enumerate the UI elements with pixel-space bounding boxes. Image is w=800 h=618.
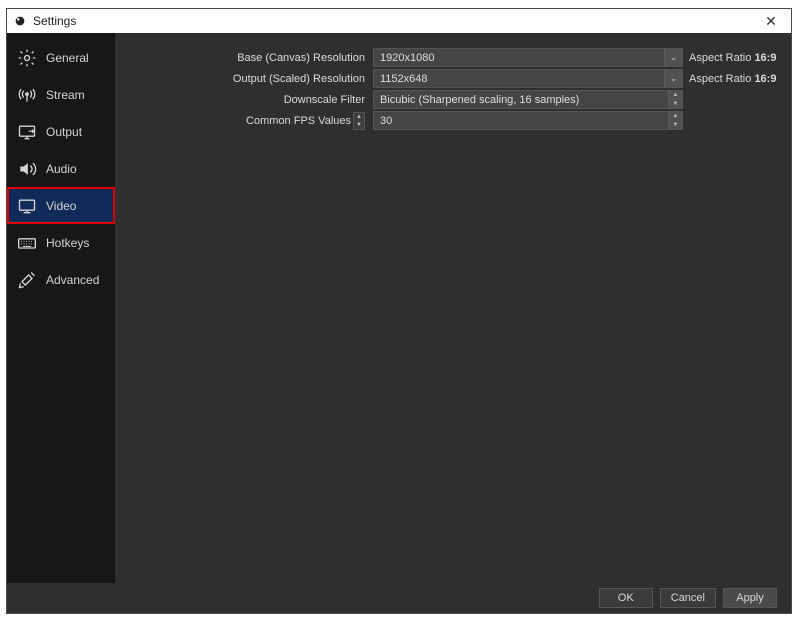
output-resolution-dropdown[interactable]: 1152x648 ⌄: [373, 69, 683, 88]
sidebar-item-output[interactable]: Output: [7, 113, 115, 150]
window-title: Settings: [33, 14, 751, 28]
gear-icon: [17, 48, 37, 68]
sidebar-item-label: Hotkeys: [46, 236, 89, 250]
sidebar-item-label: Output: [46, 125, 82, 139]
sidebar-item-hotkeys[interactable]: Hotkeys: [7, 224, 115, 261]
keyboard-icon: [17, 233, 37, 253]
output-resolution-value: 1152x648: [380, 73, 428, 85]
base-resolution-label: Base (Canvas) Resolution: [115, 52, 373, 64]
downscale-filter-value: Bicubic (Sharpened scaling, 16 samples): [380, 94, 579, 106]
sidebar-item-video[interactable]: Video: [7, 187, 115, 224]
tools-icon: [17, 270, 37, 290]
base-resolution-value: 1920x1080: [380, 52, 434, 64]
cancel-button[interactable]: Cancel: [660, 588, 716, 608]
dialog-footer: OK Cancel Apply: [7, 583, 791, 613]
apply-button[interactable]: Apply: [723, 588, 777, 608]
sidebar-item-audio[interactable]: Audio: [7, 150, 115, 187]
fps-value: 30: [380, 115, 392, 127]
chevron-down-icon: ⌄: [664, 70, 682, 87]
close-icon[interactable]: ✕: [751, 13, 791, 30]
fps-type-label: Common FPS Values ▲▼: [115, 112, 373, 130]
speaker-icon: [17, 159, 37, 179]
sidebar-item-advanced[interactable]: Advanced: [7, 261, 115, 298]
settings-panel-video: Base (Canvas) Resolution 1920x1080 ⌄ Asp…: [115, 33, 791, 583]
downscale-filter-dropdown[interactable]: Bicubic (Sharpened scaling, 16 samples) …: [373, 90, 683, 109]
output-resolution-label: Output (Scaled) Resolution: [115, 73, 373, 85]
sidebar: General Stream Output Audio Video Hotkey…: [7, 33, 115, 583]
chevron-down-icon: ⌄: [664, 49, 682, 66]
output-resolution-aspect: Aspect Ratio 16:9: [683, 73, 775, 85]
fps-type-stepper[interactable]: ▲▼: [353, 112, 365, 130]
sidebar-item-label: Video: [46, 199, 76, 213]
ok-button[interactable]: OK: [599, 588, 653, 608]
sidebar-item-stream[interactable]: Stream: [7, 76, 115, 113]
base-resolution-aspect: Aspect Ratio 16:9: [683, 52, 775, 64]
sidebar-item-label: Audio: [46, 162, 77, 176]
fps-value-dropdown[interactable]: 30 ▲▼: [373, 111, 683, 130]
sidebar-item-label: Stream: [46, 88, 85, 102]
sidebar-item-general[interactable]: General: [7, 39, 115, 76]
titlebar: Settings ✕: [7, 9, 791, 33]
settings-window: Settings ✕ General Stream Output Audio: [6, 8, 792, 614]
monitor-icon: [17, 196, 37, 216]
stepper-icon: ▲▼: [668, 91, 682, 108]
stepper-icon: ▲▼: [668, 112, 682, 129]
sidebar-item-label: Advanced: [46, 273, 99, 287]
base-resolution-dropdown[interactable]: 1920x1080 ⌄: [373, 48, 683, 67]
sidebar-item-label: General: [46, 51, 89, 65]
downscale-filter-label: Downscale Filter: [115, 94, 373, 106]
monitor-arrow-icon: [17, 122, 37, 142]
broadcast-icon: [17, 85, 37, 105]
app-icon: [13, 14, 27, 28]
